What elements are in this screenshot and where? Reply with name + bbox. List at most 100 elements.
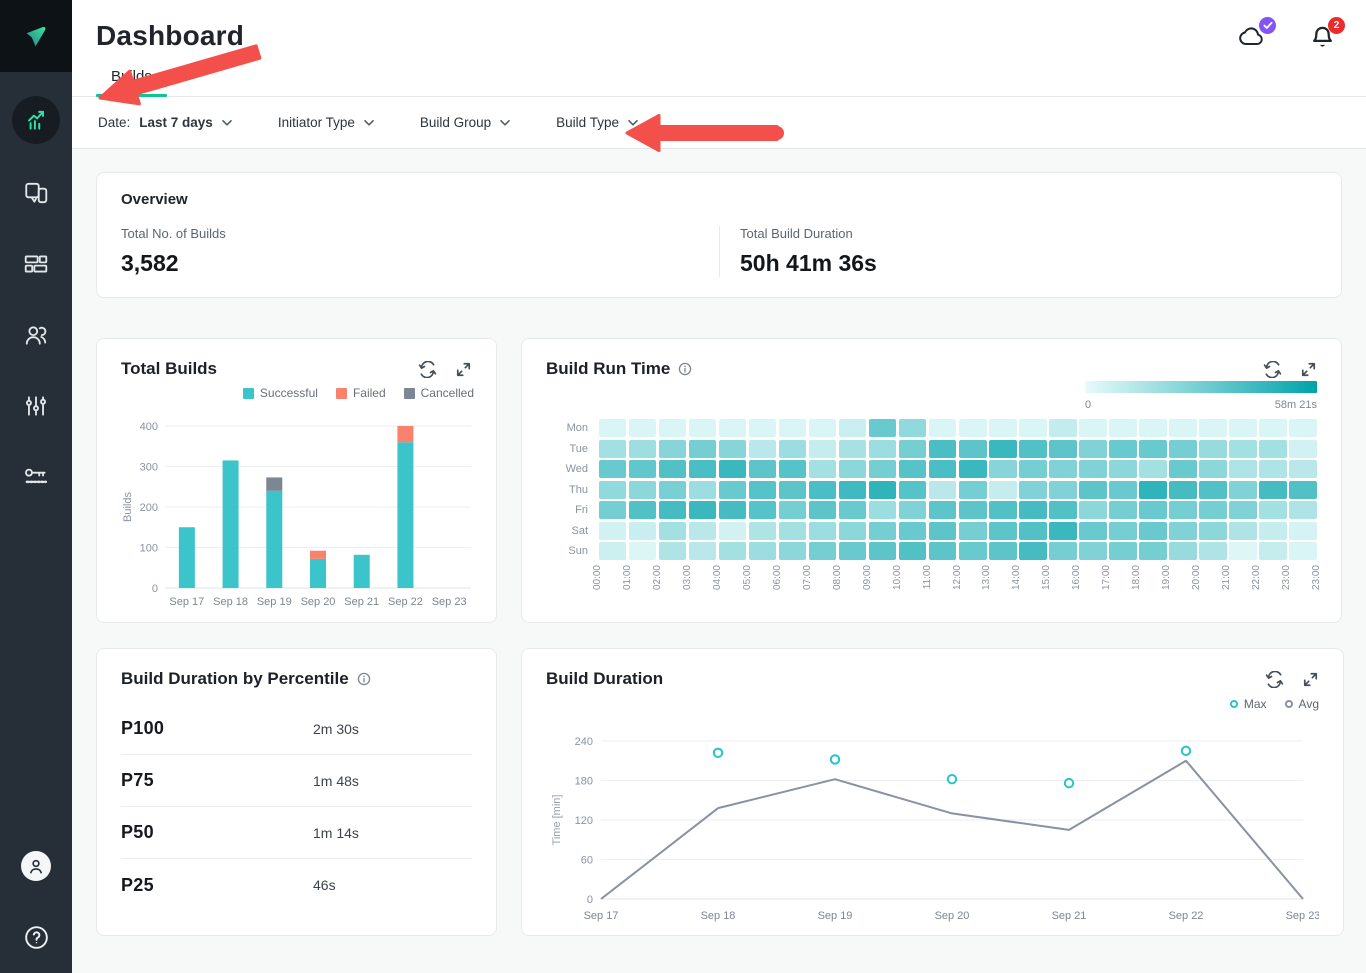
heatmap-hour-label: 09:00	[862, 565, 873, 590]
info-icon[interactable]	[357, 672, 371, 686]
heatmap-cell	[1109, 522, 1137, 540]
tabs: Builds	[72, 68, 1366, 97]
sidebar-item-dashboards[interactable]	[23, 251, 49, 277]
svg-text:Sep 21: Sep 21	[1052, 910, 1087, 922]
total-builds-bar-chart[interactable]: 0100200300400BuildsSep 17Sep 18Sep 19Sep…	[121, 402, 474, 612]
legend-item-cancelled[interactable]: Cancelled	[404, 386, 474, 400]
legend-label: Successful	[260, 386, 318, 400]
heatmap-cell	[689, 481, 717, 499]
heatmap-cell	[1229, 419, 1257, 437]
filter-build-type[interactable]: Build Type	[556, 115, 638, 130]
heatmap-cell	[1259, 440, 1287, 458]
filter-date[interactable]: Date:Last 7 days	[98, 115, 232, 130]
svg-text:Sep 22: Sep 22	[1169, 910, 1204, 922]
sidebar-item-api-keys[interactable]	[23, 464, 49, 490]
bar-segment-successful	[223, 460, 239, 588]
sidebar-item-users[interactable]	[23, 322, 49, 348]
tab-builds[interactable]: Builds	[96, 68, 167, 96]
legend-item-avg[interactable]: Avg	[1285, 697, 1319, 711]
heatmap-cell	[1139, 419, 1167, 437]
heatmap-hour-label: 01:00	[622, 565, 633, 590]
build-run-time-heatmap[interactable]: MonTueWedThuFriSatSun	[546, 419, 1317, 560]
info-icon[interactable]	[678, 362, 692, 376]
sidebar-item-settings[interactable]	[23, 393, 49, 419]
heatmap-cell	[719, 460, 747, 478]
heatmap-row-label: Wed	[546, 460, 596, 478]
heatmap-row-label: Tue	[546, 440, 596, 458]
dashboards-grid-icon	[23, 251, 49, 277]
card-actions	[1265, 671, 1319, 688]
notifications-button[interactable]: 2	[1309, 24, 1336, 56]
heatmap-cell	[1199, 522, 1227, 540]
metric-value: 3,582	[121, 250, 719, 277]
refresh-button[interactable]	[1263, 361, 1282, 378]
heatmap-cell	[1199, 542, 1227, 560]
expand-button[interactable]	[1300, 361, 1317, 378]
build-duration-line-chart[interactable]: 060120180240Time [min]Sep 17Sep 18Sep 19…	[546, 711, 1319, 931]
heatmap-hour-label: 23:00	[1311, 565, 1322, 590]
bar-segment-successful	[310, 559, 326, 588]
metric-total-duration: Total Build Duration 50h 41m 36s	[719, 226, 1317, 277]
max-point	[831, 755, 839, 763]
refresh-button[interactable]	[418, 361, 437, 378]
svg-text:Sep 17: Sep 17	[584, 910, 619, 922]
expand-button[interactable]	[455, 361, 472, 378]
heatmap-cell	[1289, 460, 1317, 478]
brand-logo[interactable]	[0, 0, 72, 72]
sidebar-item-apps[interactable]	[23, 180, 49, 206]
filter-build-group[interactable]: Build Group	[420, 115, 510, 130]
heatmap-cell	[719, 542, 747, 560]
filter-initiator-type[interactable]: Initiator Type	[278, 115, 374, 130]
heatmap-cell	[1109, 419, 1137, 437]
card-title-text: Build Duration by Percentile	[121, 669, 349, 689]
svg-text:Builds: Builds	[122, 492, 134, 522]
heatmap-cell	[1259, 481, 1287, 499]
heatmap-cell	[779, 501, 807, 519]
heatmap-cell	[599, 481, 627, 499]
heatmap-cell	[839, 440, 867, 458]
heatmap-cell	[869, 440, 897, 458]
heatmap-cell	[839, 501, 867, 519]
heatmap-cell	[749, 481, 777, 499]
card-title: Build Duration by Percentile	[121, 669, 371, 689]
heatmap-cell	[1169, 440, 1197, 458]
sidebar-item-insights[interactable]	[12, 96, 60, 144]
expand-button[interactable]	[1302, 671, 1319, 688]
legend-item-failed[interactable]: Failed	[336, 386, 386, 400]
cloud-status-button[interactable]	[1237, 24, 1267, 56]
help-button[interactable]	[23, 924, 50, 951]
heatmap-cell	[839, 522, 867, 540]
heatmap-cell	[749, 501, 777, 519]
heatmap-cell	[1079, 460, 1107, 478]
refresh-button[interactable]	[1265, 671, 1284, 688]
heatmap-cell	[899, 542, 927, 560]
percentile-row-p100: P1002m 30s	[121, 703, 472, 755]
heatmap-cell	[689, 501, 717, 519]
percentile-value: 1m 14s	[313, 825, 359, 841]
legend-item-max[interactable]: Max	[1230, 697, 1267, 711]
heatmap-cell	[959, 419, 987, 437]
heatmap-cell	[689, 460, 717, 478]
heatmap-hour-label: 14:00	[1011, 565, 1022, 590]
card-title: Build Run Time	[546, 359, 692, 379]
heatmap-cell	[749, 460, 777, 478]
percentile-label: P50	[121, 822, 313, 843]
card-title-text: Build Run Time	[546, 359, 670, 379]
heatmap-cell	[809, 542, 837, 560]
heatmap-cell	[1199, 440, 1227, 458]
heatmap-cell	[809, 460, 837, 478]
heatmap-cell	[629, 481, 657, 499]
filter-label: Build Type	[556, 115, 619, 130]
heatmap-hour-label: 17:00	[1101, 565, 1112, 590]
heatmap-cell	[1049, 481, 1077, 499]
account-avatar[interactable]	[21, 851, 51, 881]
chevron-down-icon	[222, 120, 232, 126]
heatmap-cell	[1199, 481, 1227, 499]
legend-item-successful[interactable]: Successful	[243, 386, 318, 400]
svg-text:Sep 23: Sep 23	[1286, 910, 1319, 922]
total-builds-card: Total Builds SuccessfulFailedCancelled 0…	[96, 338, 497, 623]
heatmap-cell	[899, 501, 927, 519]
percentile-value: 1m 48s	[313, 773, 359, 789]
bar-segment-failed	[310, 551, 326, 559]
heatmap-cell	[809, 419, 837, 437]
